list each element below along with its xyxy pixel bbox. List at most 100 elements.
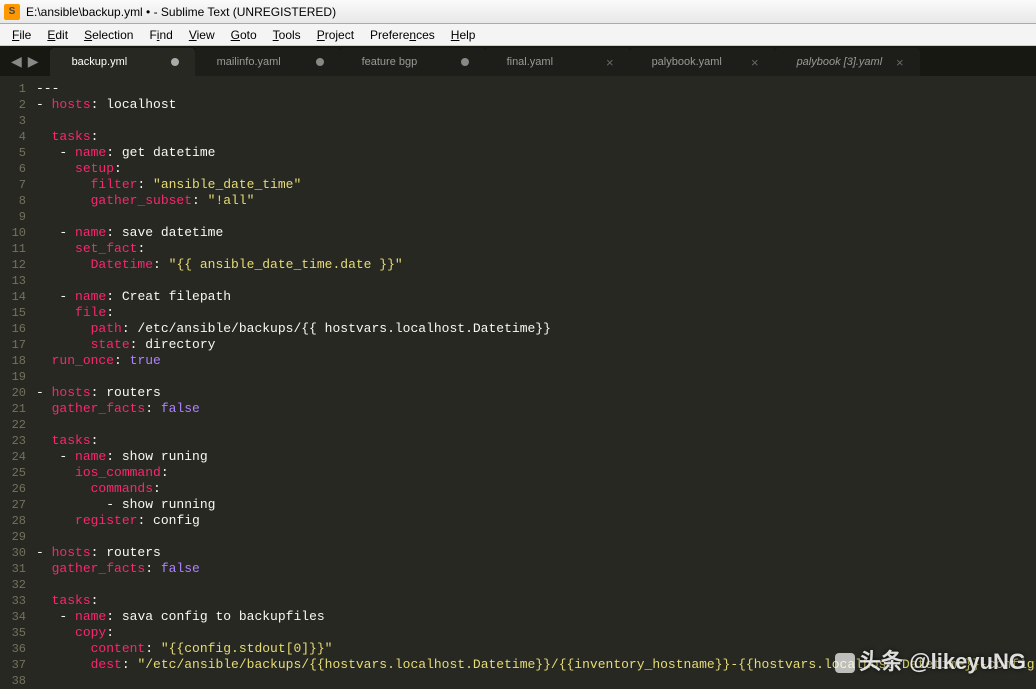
code-line[interactable]: - name: Creat filepath <box>36 289 1036 305</box>
code-line[interactable]: gather_subset: "!all" <box>36 193 1036 209</box>
line-number: 37 <box>6 657 26 673</box>
dirty-indicator-icon <box>316 58 324 66</box>
code-line[interactable] <box>36 209 1036 225</box>
code-line[interactable]: copy: <box>36 625 1036 641</box>
line-number: 9 <box>6 209 26 225</box>
code-line[interactable]: register: config <box>36 513 1036 529</box>
line-number: 29 <box>6 529 26 545</box>
line-number: 10 <box>6 225 26 241</box>
line-number: 11 <box>6 241 26 257</box>
code-line[interactable] <box>36 273 1036 289</box>
code-line[interactable] <box>36 369 1036 385</box>
line-number: 32 <box>6 577 26 593</box>
menu-help[interactable]: Help <box>443 26 484 44</box>
tab-mailinfo-yaml[interactable]: mailinfo.yaml <box>195 48 340 76</box>
line-number: 15 <box>6 305 26 321</box>
code-line[interactable]: gather_facts: false <box>36 401 1036 417</box>
menu-file[interactable]: File <box>4 26 39 44</box>
code-line[interactable]: commands: <box>36 481 1036 497</box>
line-number: 36 <box>6 641 26 657</box>
line-number: 34 <box>6 609 26 625</box>
code-line[interactable]: - name: save datetime <box>36 225 1036 241</box>
code-line[interactable]: - hosts: routers <box>36 385 1036 401</box>
menu-bar: File Edit Selection Find View Goto Tools… <box>0 24 1036 46</box>
tab-palybook-3-yaml[interactable]: palybook [3].yaml× <box>775 48 920 76</box>
code-line[interactable]: run_once: true <box>36 353 1036 369</box>
code-line[interactable] <box>36 529 1036 545</box>
code-line[interactable]: set_fact: <box>36 241 1036 257</box>
line-number: 17 <box>6 337 26 353</box>
code-line[interactable]: content: "{{config.stdout[0]}}" <box>36 641 1036 657</box>
code-line[interactable]: dest: "/etc/ansible/backups/{{hostvars.l… <box>36 657 1036 673</box>
code-line[interactable]: ios_command: <box>36 465 1036 481</box>
code-line[interactable]: tasks: <box>36 433 1036 449</box>
tab-palybook-yaml[interactable]: palybook.yaml × <box>630 48 775 76</box>
title-bar: S E:\ansible\backup.yml • - Sublime Text… <box>0 0 1036 24</box>
tab-label: final.yaml <box>507 56 594 68</box>
menu-selection[interactable]: Selection <box>76 26 141 44</box>
dirty-indicator-icon <box>171 58 179 66</box>
close-tab-icon[interactable]: × <box>606 55 614 70</box>
line-number: 24 <box>6 449 26 465</box>
tab-history-nav: ◀ ▶ <box>0 46 50 76</box>
code-line[interactable]: filter: "ansible_date_time" <box>36 177 1036 193</box>
code-line[interactable]: - show running <box>36 497 1036 513</box>
tab-nav-back-icon[interactable]: ◀ <box>8 53 25 70</box>
tab-label: feature bgp <box>362 56 449 68</box>
code-line[interactable]: path: /etc/ansible/backups/{{ hostvars.l… <box>36 321 1036 337</box>
code-line[interactable]: setup: <box>36 161 1036 177</box>
line-number-gutter: 1234567891011121314151617181920212223242… <box>0 76 36 685</box>
line-number: 8 <box>6 193 26 209</box>
line-number: 27 <box>6 497 26 513</box>
menu-find[interactable]: Find <box>141 26 180 44</box>
code-line[interactable]: --- <box>36 81 1036 97</box>
line-number: 6 <box>6 161 26 177</box>
close-tab-icon[interactable]: × <box>751 55 759 70</box>
code-line[interactable] <box>36 417 1036 433</box>
app-icon: S <box>4 4 20 20</box>
code-line[interactable]: - name: sava config to backupfiles <box>36 609 1036 625</box>
code-line[interactable] <box>36 113 1036 129</box>
line-number: 35 <box>6 625 26 641</box>
code-line[interactable]: tasks: <box>36 129 1036 145</box>
code-line[interactable]: state: directory <box>36 337 1036 353</box>
line-number: 28 <box>6 513 26 529</box>
code-line[interactable]: - hosts: localhost <box>36 97 1036 113</box>
code-line[interactable]: - name: show runing <box>36 449 1036 465</box>
line-number: 33 <box>6 593 26 609</box>
menu-view[interactable]: View <box>181 26 223 44</box>
code-line[interactable]: gather_facts: false <box>36 561 1036 577</box>
code-line[interactable]: tasks: <box>36 593 1036 609</box>
code-line[interactable]: - name: get datetime <box>36 145 1036 161</box>
tab-feature-bgp[interactable]: feature bgp <box>340 48 485 76</box>
tab-backup-yml[interactable]: backup.yml <box>50 48 195 76</box>
tab-label: palybook.yaml <box>652 56 739 68</box>
editor[interactable]: 1234567891011121314151617181920212223242… <box>0 76 1036 685</box>
line-number: 18 <box>6 353 26 369</box>
line-number: 25 <box>6 465 26 481</box>
code-line[interactable] <box>36 577 1036 593</box>
menu-edit[interactable]: Edit <box>39 26 76 44</box>
code-line[interactable]: file: <box>36 305 1036 321</box>
close-tab-icon[interactable]: × <box>896 55 904 70</box>
line-number: 26 <box>6 481 26 497</box>
code-line[interactable]: Datetime: "{{ ansible_date_time.date }}" <box>36 257 1036 273</box>
menu-goto[interactable]: Goto <box>223 26 265 44</box>
menu-tools[interactable]: Tools <box>265 26 309 44</box>
menu-project[interactable]: Project <box>309 26 362 44</box>
line-number: 20 <box>6 385 26 401</box>
tab-label: backup.yml <box>72 56 159 68</box>
tab-bar: ◀ ▶ backup.yml mailinfo.yaml feature bgp fi… <box>0 46 1036 76</box>
tab-label: mailinfo.yaml <box>217 56 304 68</box>
code-line[interactable] <box>36 673 1036 689</box>
code-area[interactable]: ---- hosts: localhost tasks: - name: get… <box>36 76 1036 685</box>
tab-nav-forward-icon[interactable]: ▶ <box>25 53 42 70</box>
line-number: 19 <box>6 369 26 385</box>
line-number: 38 <box>6 673 26 689</box>
line-number: 31 <box>6 561 26 577</box>
line-number: 13 <box>6 273 26 289</box>
menu-preferences[interactable]: Preferences <box>362 26 443 44</box>
line-number: 3 <box>6 113 26 129</box>
code-line[interactable]: - hosts: routers <box>36 545 1036 561</box>
tab-final-yaml[interactable]: final.yaml × <box>485 48 630 76</box>
